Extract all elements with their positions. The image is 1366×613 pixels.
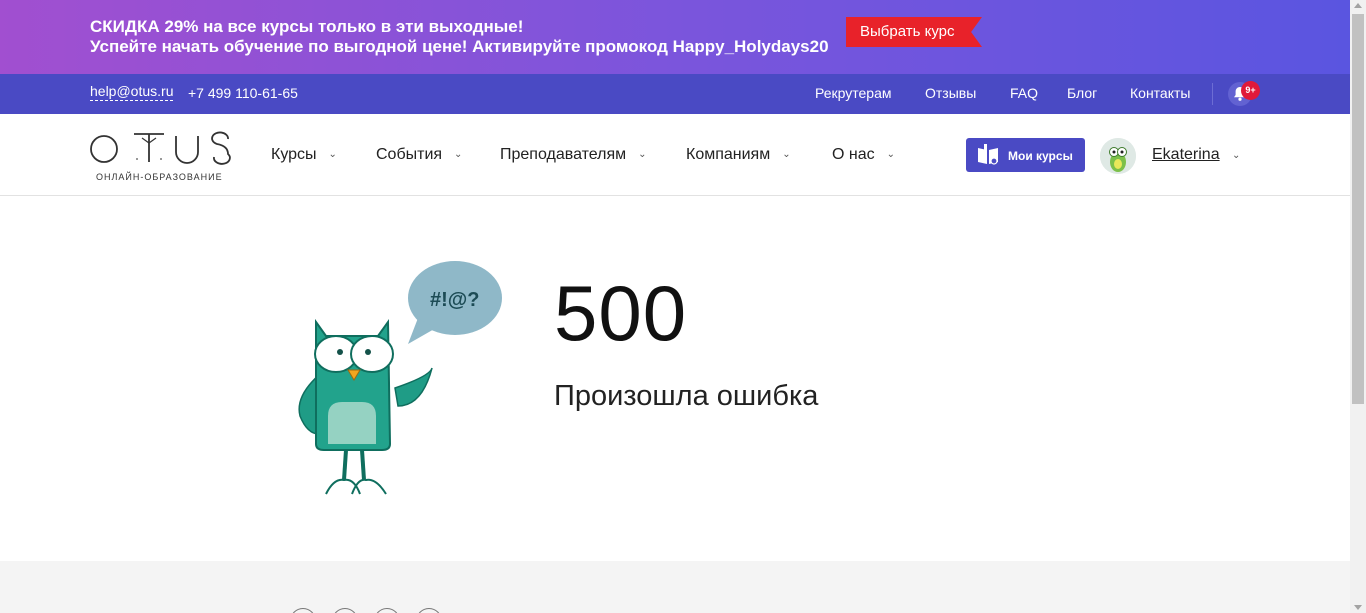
error-message: Произошла ошибка [554,380,819,412]
my-courses-label: Мои курсы [1008,149,1073,163]
topnav-reviews[interactable]: Отзывы [925,85,976,101]
chevron-down-icon: ⌄ [638,149,647,160]
chevron-down-icon[interactable]: ⌄ [1232,150,1240,161]
avatar[interactable] [1100,138,1136,174]
scrollbar-thumb[interactable] [1352,14,1364,404]
menu-courses[interactable]: Курсы ⌄ [271,146,337,164]
my-courses-button[interactable]: Мои курсы [966,138,1085,172]
promo-line-2: Успейте начать обучение по выгодной цене… [90,37,829,56]
social-icon[interactable] [416,608,442,613]
support-phone: +7 499 110-61-65 [188,85,298,101]
choose-course-button[interactable]: Выбрать курс [846,17,982,47]
page-scrollbar[interactable] [1350,0,1366,613]
social-icon[interactable] [332,608,358,613]
chevron-down-icon: ⌄ [454,149,463,160]
topnav-contacts[interactable]: Контакты [1130,85,1190,101]
error-code: 500 [554,269,688,357]
notifications-badge: 9+ [1241,81,1260,100]
scroll-up-arrow-icon[interactable] [1354,3,1362,8]
username-link[interactable]: Ekaterina [1152,146,1220,164]
book-icon [978,144,998,165]
promo-banner: СКИДКА 29% на все курсы только в эти вых… [0,0,1350,74]
chevron-down-icon: ⌄ [328,149,337,160]
menu-events[interactable]: События ⌄ [376,146,462,164]
menu-about[interactable]: О нас ⌄ [832,146,895,164]
chevron-down-icon: ⌄ [782,149,791,160]
footer [0,561,1350,613]
chevron-down-icon: ⌄ [886,149,896,160]
menu-companies-label: Компаниям [686,146,771,163]
social-icon[interactable] [374,608,400,613]
logo-subtitle: ОНЛАЙН-ОБРАЗОВАНИЕ [96,172,223,182]
menu-about-label: О нас [832,146,875,163]
speech-bubble-text: #!@? [430,289,480,311]
topnav-blog[interactable]: Блог [1067,85,1097,101]
main-header: ОНЛАЙН-ОБРАЗОВАНИЕ Курсы ⌄ События ⌄ Препо… [0,114,1350,196]
menu-companies[interactable]: Компаниям ⌄ [686,146,791,164]
topbar-divider [1212,83,1213,105]
social-icon[interactable] [290,608,316,613]
menu-courses-label: Курсы [271,146,317,163]
topnav-recruiters[interactable]: Рекрутерам [815,85,892,101]
top-contact-bar: help@otus.ru +7 499 110-61-65 Рекрутерам… [0,74,1350,114]
promo-text: СКИДКА 29% на все курсы только в эти вых… [90,17,829,57]
support-email-link[interactable]: help@otus.ru [90,83,174,101]
menu-teachers-label: Преподавателям [500,146,627,163]
scroll-down-arrow-icon[interactable] [1354,605,1362,610]
logo-icon [90,131,231,165]
promo-line-1: СКИДКА 29% на все курсы только в эти вых… [90,17,524,36]
menu-events-label: События [376,146,443,163]
owl-avatar-icon [1100,138,1136,174]
topnav-faq[interactable]: FAQ [1010,85,1038,101]
owl-illustration: #!@? [290,256,510,501]
menu-teachers[interactable]: Преподавателям ⌄ [500,146,647,164]
owl-icon: #!@? [298,261,502,495]
